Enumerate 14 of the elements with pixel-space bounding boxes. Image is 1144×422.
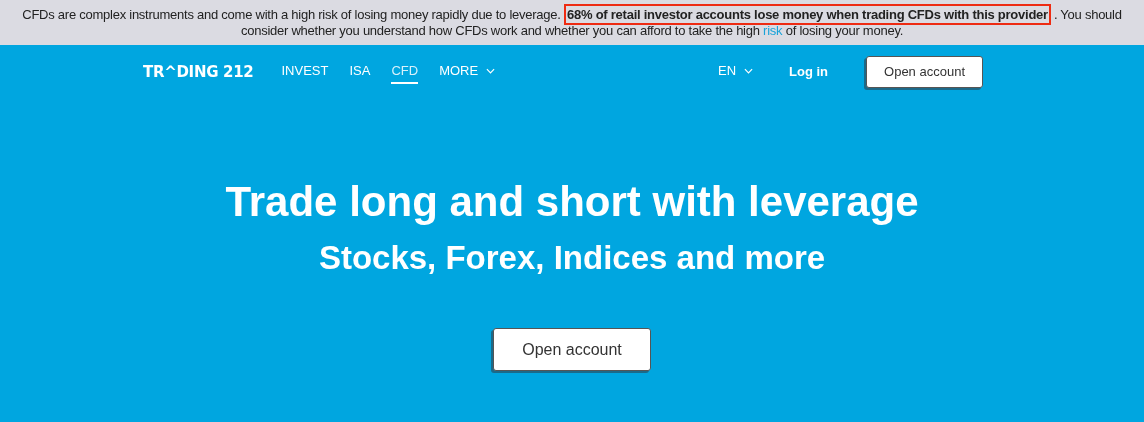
login-link[interactable]: Log in: [789, 64, 829, 79]
risk-link[interactable]: risk: [763, 23, 783, 38]
risk-warning: CFDs are complex instruments and come with a high risk of losing money rapidly due to leverage. 68% of retail investor accounts lose money when trading CFDs with this provider. You should consider whether you understand how CFDs work and whether you can afford to take the high risk of losing your money.: [8, 7, 1136, 39]
caret-icon: [744, 67, 754, 74]
open-account-button[interactable]: Open account: [866, 55, 983, 88]
hero-title: Trade long and short with leverage: [225, 177, 919, 227]
logo[interactable]: TR^DING 212: [143, 62, 254, 81]
nav-link[interactable]: MORE: [439, 59, 496, 84]
open-account-button[interactable]: Open account: [493, 328, 651, 371]
nav-link[interactable]: ISA: [349, 59, 371, 84]
hero-subtitle: Stocks, Forex, Indices and more: [318, 238, 826, 278]
nav-link[interactable]: CFD: [391, 59, 419, 84]
language-selector[interactable]: EN: [718, 59, 754, 84]
nav-link[interactable]: INVEST: [281, 59, 329, 84]
